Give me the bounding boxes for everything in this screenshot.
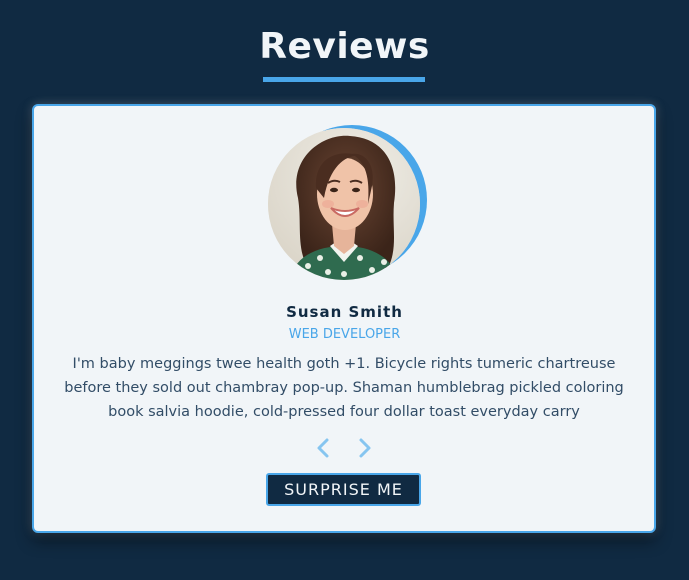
title-underline: [263, 77, 425, 82]
next-button[interactable]: [352, 436, 376, 460]
surprise-me-button[interactable]: SURPRISE ME: [266, 473, 421, 506]
nav-controls: [0, 436, 689, 460]
avatar: [268, 128, 420, 280]
author-name: Susan Smith: [286, 303, 403, 321]
page-title: Reviews: [259, 26, 430, 67]
chevron-left-icon: [317, 438, 329, 458]
review-text: I'm baby meggings twee health goth +1. B…: [64, 356, 624, 420]
title-container: Reviews: [0, 22, 689, 72]
chevron-right-icon: [359, 438, 371, 458]
reviews-page: Reviews Susan Smith WEB DEVELOPER I'm ba…: [0, 0, 689, 580]
person-photo: [268, 128, 420, 280]
author-job: WEB DEVELOPER: [288, 327, 401, 342]
prev-button[interactable]: [312, 436, 336, 460]
